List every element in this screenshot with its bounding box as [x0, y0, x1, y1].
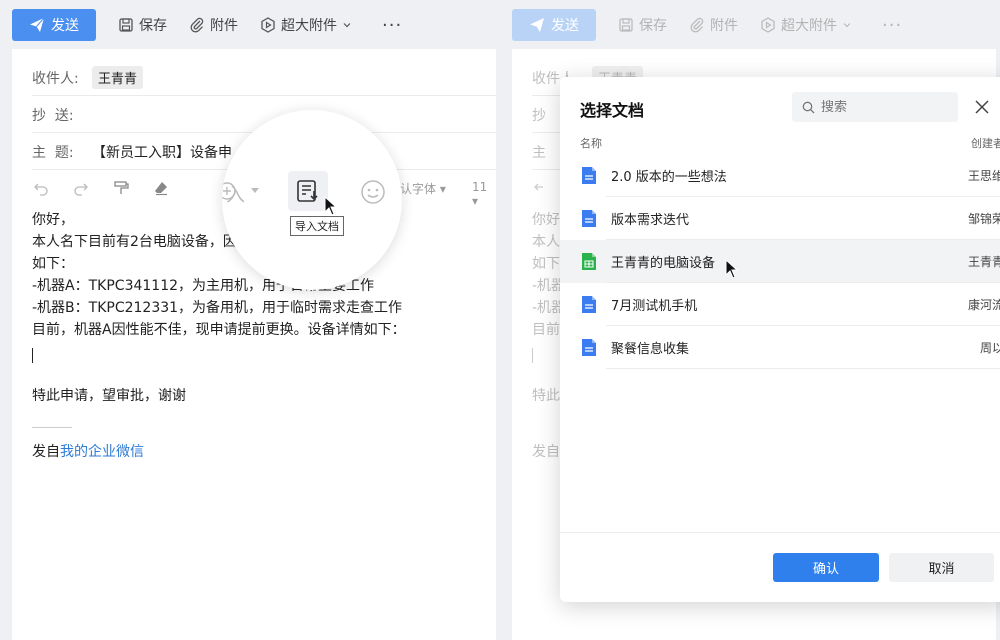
large-attachment-button[interactable]: 超大附件	[260, 15, 352, 35]
dialog-search-box[interactable]	[792, 92, 958, 122]
recipient-label: 收件人:	[32, 70, 79, 87]
hexagon-play-icon	[761, 17, 775, 33]
document-icon	[582, 167, 596, 184]
attachment-button[interactable]: 附件	[189, 15, 238, 35]
recipient-chip[interactable]: 王青青	[92, 66, 144, 89]
more-button[interactable]: ···	[382, 15, 402, 36]
spreadsheet-icon	[582, 253, 596, 270]
chevron-down-icon	[843, 23, 851, 28]
text-cursor	[32, 347, 33, 363]
row-divider	[606, 368, 1000, 369]
emoji-icon[interactable]	[360, 179, 386, 205]
document-icon	[582, 210, 596, 227]
document-owner: 周以	[979, 341, 1000, 355]
compose-toolbar: 发送 保存 附件 超大附件 ···	[12, 9, 402, 41]
subject-input[interactable]: 【新员工入职】设备申	[92, 142, 232, 162]
document-owner: 邹锦荣	[967, 212, 1000, 226]
format-painter-icon[interactable]	[112, 179, 130, 197]
document-owner: 王思维	[967, 169, 1000, 183]
document-owner: 王青青	[967, 255, 1000, 269]
chevron-down-icon	[343, 23, 351, 28]
save-icon	[619, 18, 633, 32]
large-attachment-button-disabled: 超大附件	[760, 15, 852, 35]
send-button[interactable]: 发送	[12, 9, 96, 41]
more-button-disabled: ···	[882, 14, 903, 36]
compose-window-left: 发送 保存 附件 超大附件 ··· 收件人: 王青青 抄 送: 主 题: 【新员…	[0, 0, 496, 640]
close-icon[interactable]	[972, 97, 992, 117]
document-row[interactable]: 7月测试机手机 康河流	[560, 283, 1000, 326]
chevron-down-icon	[251, 188, 259, 193]
undo-icon[interactable]	[32, 179, 50, 197]
select-document-dialog: 选择文档 名称 创建者 2.0 版本的一些想法 王思维版本需求迭代 邹锦荣王青青的电…	[560, 77, 1000, 602]
recipient-row: 收件人: 王青青	[32, 60, 496, 96]
magnified-toolbar: 入	[222, 171, 402, 211]
document-icon	[582, 339, 596, 356]
large-attachment-label: 超大附件	[281, 18, 337, 34]
dialog-title: 选择文档	[580, 101, 645, 120]
document-name: 聚餐信息收集	[611, 342, 690, 357]
document-owner: 康河流	[967, 298, 1000, 312]
font-size-select[interactable]: 11 ▾	[472, 180, 496, 208]
undo-icon	[532, 179, 550, 197]
import-document-icon	[297, 180, 318, 202]
import-document-button[interactable]	[288, 171, 328, 211]
body-line-6: 目前，机器A因性能不佳，现申请提前更换。设备详情如下：	[32, 322, 406, 338]
body-line-4: -机器A：TKPC341112，为主用机，用于日常主要工作	[32, 278, 375, 294]
save-icon	[119, 18, 133, 32]
send-icon	[530, 18, 544, 32]
cc-label: 抄 送:	[32, 107, 74, 124]
paperclip-icon	[190, 17, 204, 33]
document-row[interactable]: 聚餐信息收集 周以	[560, 326, 1000, 369]
cancel-button[interactable]: 取消	[889, 553, 994, 582]
document-name: 2.0 版本的一些想法	[611, 170, 727, 185]
paperclip-icon	[690, 17, 704, 33]
attachment-label: 附件	[210, 18, 238, 34]
search-icon	[802, 101, 815, 113]
signature-link[interactable]: 我的企业微信	[60, 444, 144, 460]
document-icon	[582, 296, 596, 313]
document-name: 7月测试机手机	[611, 299, 698, 314]
subject-label: 主 题:	[32, 144, 74, 161]
import-document-tooltip: 导入文档	[290, 216, 344, 236]
send-button-label: 发送	[51, 18, 79, 34]
compose-toolbar-dimmed: 发送 保存 附件 超大附件 ···	[512, 9, 902, 41]
dialog-footer-divider	[560, 532, 1000, 533]
redo-icon[interactable]	[72, 179, 90, 197]
document-row[interactable]: 2.0 版本的一些想法 王思维	[560, 154, 1000, 197]
document-name: 版本需求迭代	[611, 213, 690, 228]
mouse-cursor-icon	[725, 259, 739, 279]
font-family-select[interactable]: 认字体 ▾	[400, 180, 446, 197]
column-creator: 创建者	[971, 137, 1000, 150]
document-row[interactable]: 版本需求迭代 邹锦荣	[560, 197, 1000, 240]
zoom-magnifier: 入	[222, 110, 402, 290]
save-button-disabled: 保存	[618, 15, 667, 35]
save-label: 保存	[139, 18, 167, 34]
signature: 发自我的企业微信	[32, 444, 144, 460]
save-button[interactable]: 保存	[118, 15, 167, 35]
insert-label: 入	[226, 184, 246, 206]
mouse-cursor-icon	[324, 196, 338, 216]
signature-divider	[32, 427, 72, 428]
signature-dimmed: 发自	[532, 444, 560, 460]
column-name: 名称	[580, 137, 602, 150]
compose-window-right: 发送 保存 附件 超大附件 ··· 收件人 王青青 抄 主 你好 本人 如下	[500, 0, 1000, 640]
body-line-5: -机器B：TKPC212331，为备用机，用于临时需求走查工作	[32, 300, 403, 316]
eraser-icon[interactable]	[152, 179, 170, 197]
dialog-search-input[interactable]	[821, 99, 941, 115]
document-row[interactable]: 王青青的电脑设备 王青青	[560, 240, 1000, 283]
send-button-disabled: 发送	[512, 9, 596, 41]
document-name: 王青青的电脑设备	[611, 256, 716, 271]
hexagon-play-icon	[261, 17, 275, 33]
closing-line: 特此申请，望审批，谢谢	[32, 388, 186, 404]
document-list-header: 名称 创建者	[580, 135, 1000, 151]
attachment-button-disabled: 附件	[689, 15, 738, 35]
send-icon	[30, 17, 45, 32]
confirm-button[interactable]: 确认	[773, 553, 879, 582]
